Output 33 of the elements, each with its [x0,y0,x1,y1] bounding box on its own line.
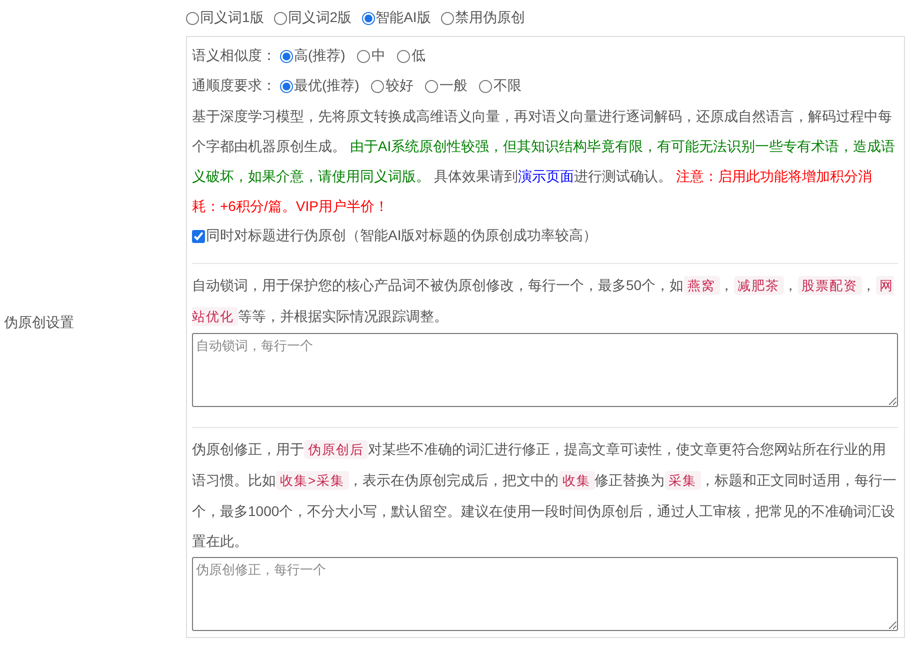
radio-label: 一般 [439,77,468,95]
radio-button[interactable] [371,80,384,92]
radio-button[interactable] [362,12,375,24]
radio-label: 最优(推荐) [294,77,360,95]
radio-label: 不限 [493,77,522,95]
demo-page-link[interactable]: 演示页面 [518,168,574,184]
similarity-label: 语义相似度： [192,47,276,65]
settings-label: 伪原创设置 [4,314,74,332]
radio-button[interactable] [280,80,293,92]
radio-button[interactable] [440,12,454,24]
checkbox[interactable] [192,230,205,242]
correction-field[interactable]: 伪原创修正，每行一个 [192,557,898,631]
description-text: 基于深度学习模型，先将原文转换成高维语义向量，再对语义向量进行逐词解码，还原成自然语言，解码过程中每个字都由机器原创生成。 由于AI系统原创性较强，但其知识结构毕竟有限，有可能无法识别一些专有术语，造成语义破坏，如果介意，请使用同义词版。 具体效果请到演示页面进行测试确认。 注意：启用此功能将增加积分消耗：+6积分/篇。VIP用户半价！ [192,107,896,216]
correction-description: 伪原创修正，用于 伪原创后 对某些不准确的词汇进行修正，提高文章可读性，使文章更符合您网站所在行业的用语习惯。比如 收集>采集 ，表示在伪原创完成后，把文中的 收集 修正替换为 采集 ，标题和正文同时适用，每行一个，最多1000个，不分大小写，默认留空。建议在使用一段时间伪原创后，通过人工审核，把常见的不准确词汇设置在此。 [192,439,898,551]
radio-label: 低 [411,47,426,65]
radio-label: 禁用伪原创 [454,9,525,27]
lock-words-field[interactable]: 自动锁词，每行一个 [192,333,898,407]
radio-label: 智能AI版 [376,9,431,27]
radio-button[interactable] [479,80,492,92]
radio-button[interactable] [357,50,370,62]
checkbox-label: 同时对标题进行伪原创（智能AI版对标题的伪原创成功率较高） [206,227,598,245]
lock-words-description: 自动锁词，用于保护您的核心产品词不被伪原创修改，每行一个，最多50个，如 燕窝 ， 减肥茶 ， 股票配资 ， 网站优化 等等，并根据实际情况跟踪调整。 [192,275,895,328]
radio-label: 中 [371,47,386,65]
radio-button[interactable] [186,12,199,24]
radio-button[interactable] [274,12,287,24]
radio-button[interactable] [280,50,293,62]
radio-label: 较好 [385,77,414,95]
radio-button[interactable] [397,50,410,62]
radio-label: 同义词2版 [288,9,352,27]
radio-button[interactable] [425,80,438,92]
radio-label: 高(推荐) [294,47,346,65]
radio-label: 同义词1版 [200,9,264,27]
fluency-label: 通顺度要求： [192,77,276,95]
